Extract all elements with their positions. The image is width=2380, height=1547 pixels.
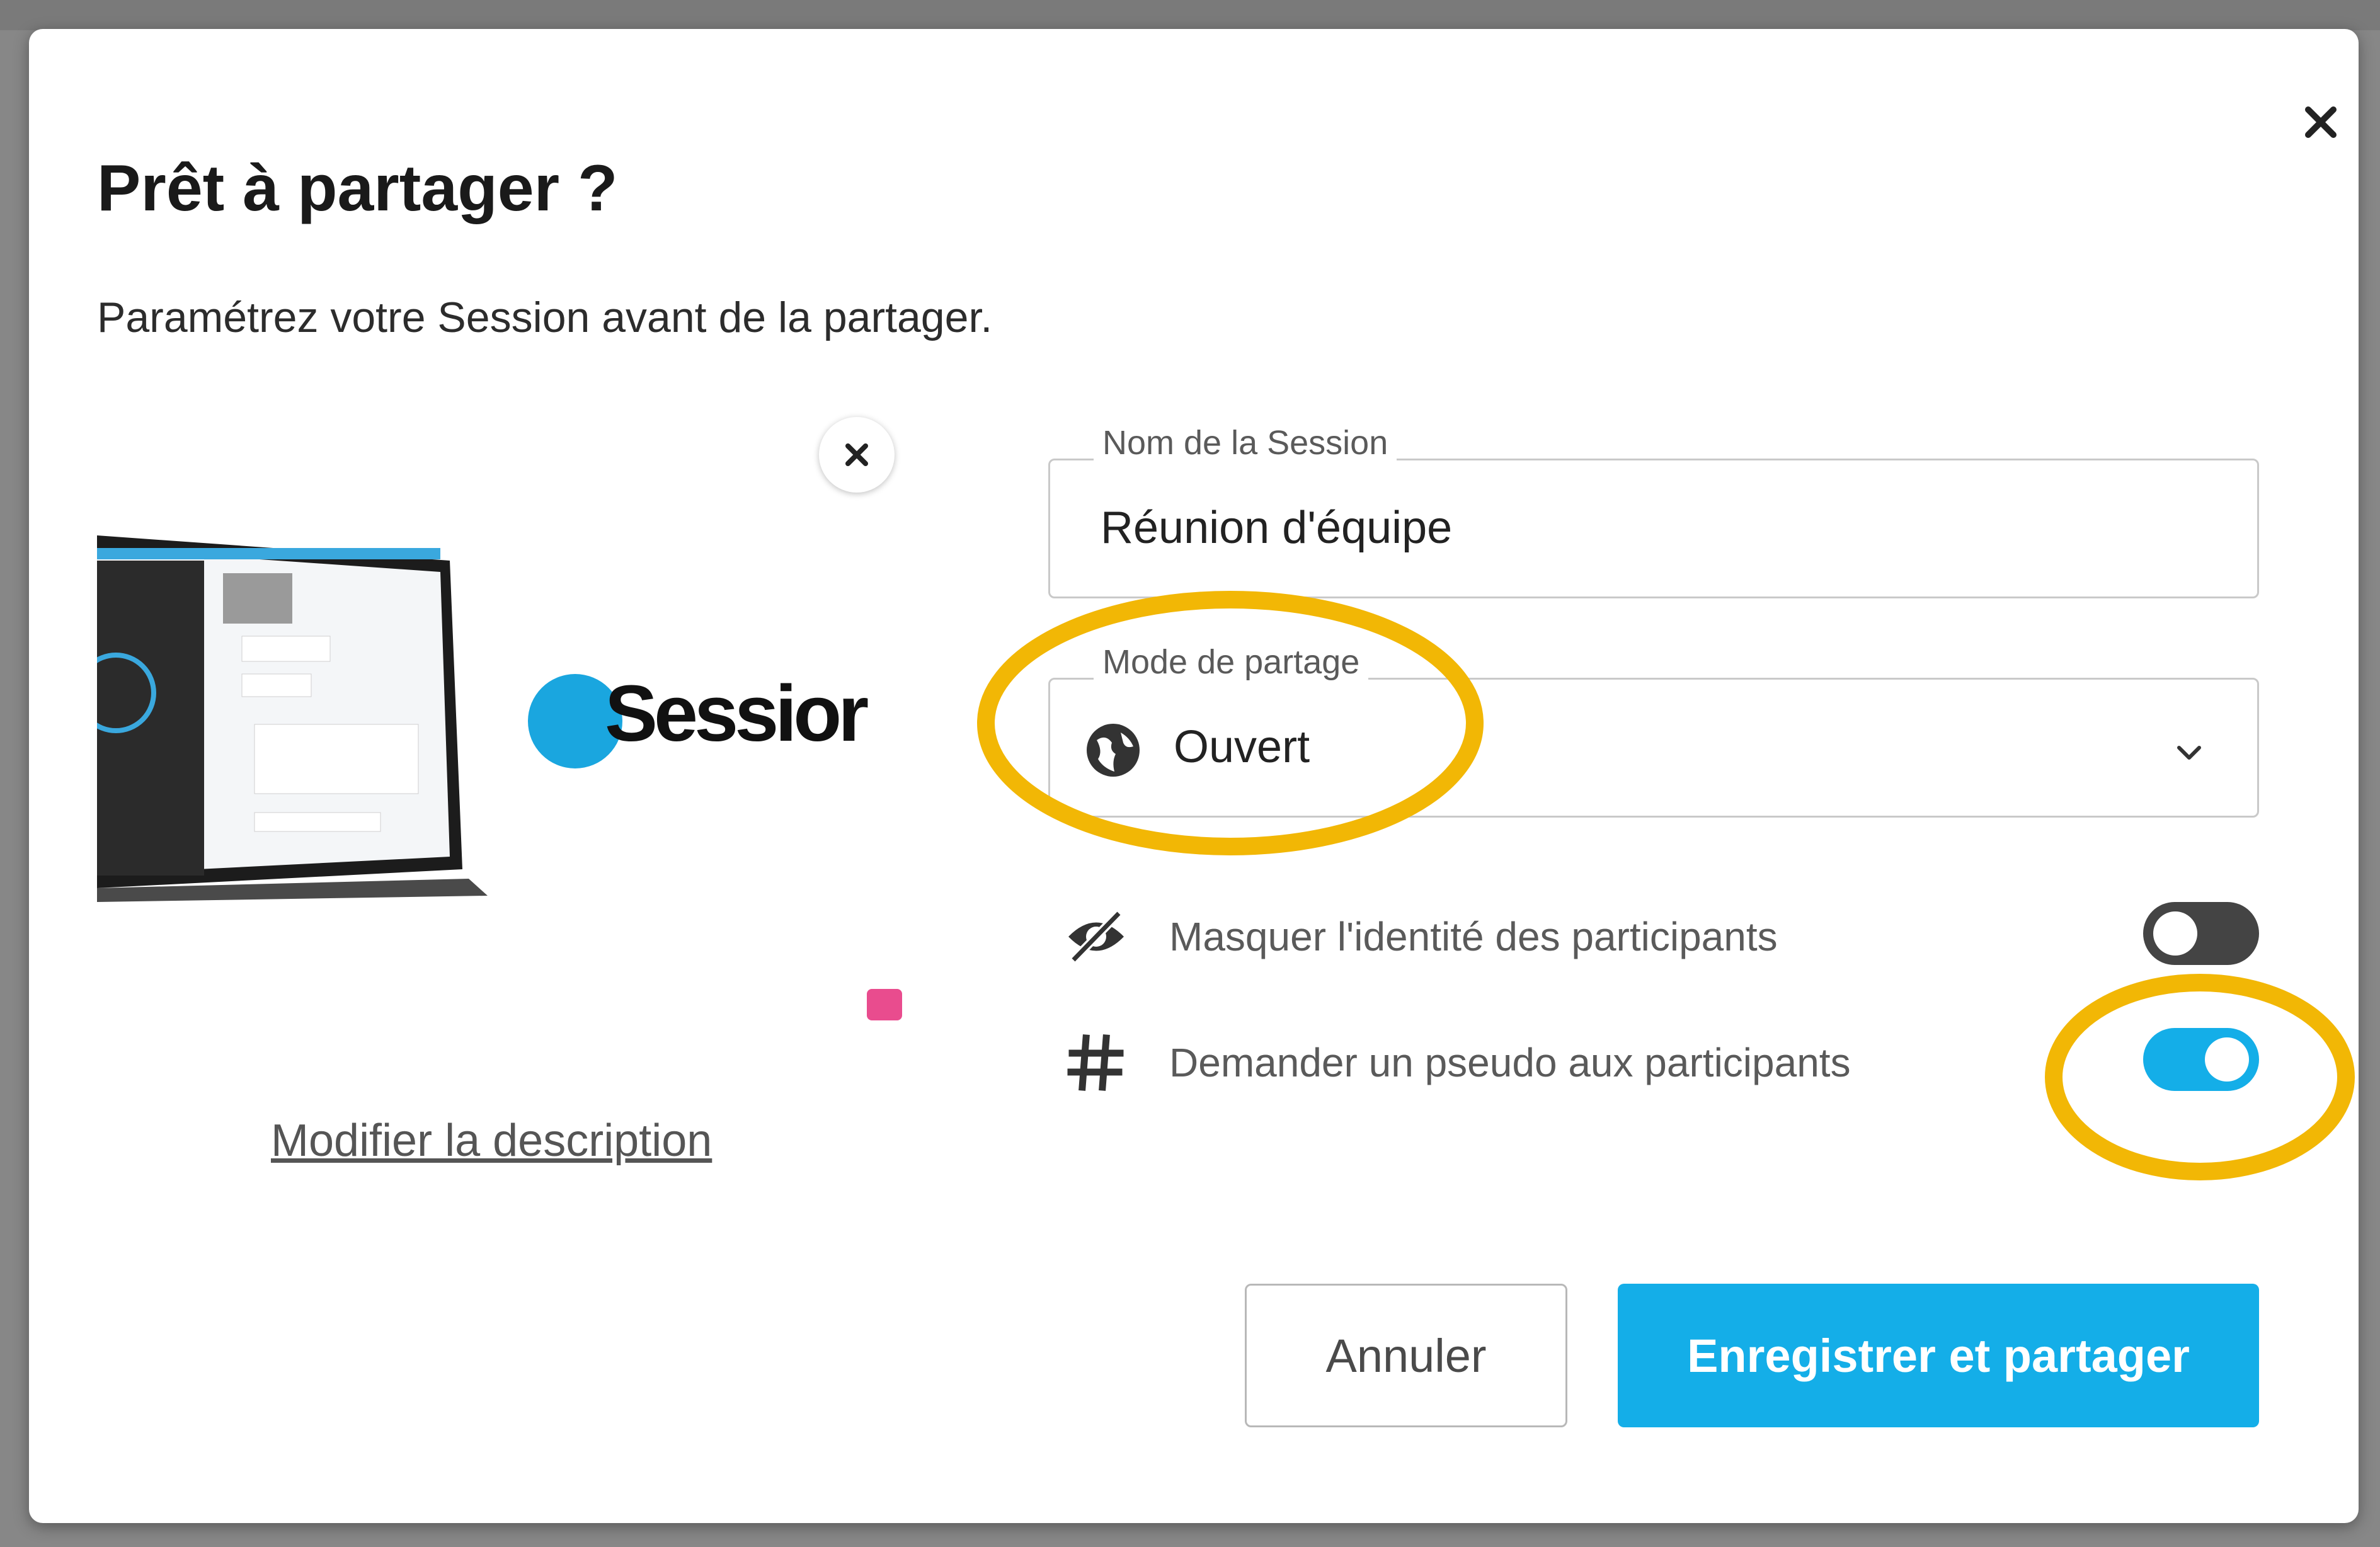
hide-identity-toggle[interactable]: [2143, 902, 2259, 965]
chevron-down-icon: [2177, 746, 2201, 760]
app-badge-icon: [867, 989, 902, 1020]
ask-pseudo-label: Demander un pseudo aux participants: [1169, 1040, 1851, 1085]
close-dialog-button[interactable]: [2291, 92, 2351, 152]
hide-identity-label: Masquer l'identité des participants: [1169, 914, 1778, 959]
share-mode-label: Mode de partage: [1094, 642, 1369, 682]
toggle-knob: [2205, 1037, 2249, 1082]
dialog-title: Prêt à partager ?: [97, 152, 618, 225]
option-row-hide-identity: Masquer l'identité des participants: [1058, 896, 2262, 971]
modify-description-link[interactable]: Modifier la description: [271, 1115, 712, 1167]
hashtag-icon: [1067, 1034, 1124, 1091]
session-name-label: Nom de la Session: [1094, 423, 1397, 462]
close-icon: [845, 443, 868, 466]
option-row-ask-pseudo: Demander un pseudo aux participants: [1058, 1022, 2262, 1097]
share-mode-value: Ouvert: [1174, 722, 1310, 772]
ask-pseudo-toggle[interactable]: [2143, 1028, 2259, 1091]
cancel-button[interactable]: Annuler: [1245, 1284, 1567, 1427]
close-icon: [2305, 106, 2337, 138]
page-backdrop: [0, 0, 2380, 30]
session-name-value[interactable]: Réunion d'équipe: [1101, 502, 1452, 554]
dialog-subtitle: Paramétrez votre Session avant de la par…: [97, 294, 993, 341]
save-and-share-button[interactable]: Enregistrer et partager: [1618, 1284, 2259, 1427]
remove-image-button[interactable]: [819, 417, 895, 493]
share-mode-select[interactable]: Ouvert: [1048, 678, 2259, 818]
session-name-field[interactable]: Réunion d'équipe: [1048, 459, 2259, 598]
eye-off-icon: [1068, 910, 1124, 963]
toggle-knob: [2153, 911, 2197, 956]
session-logo-text: Sessior: [605, 669, 869, 758]
globe-icon: [1087, 724, 1140, 777]
